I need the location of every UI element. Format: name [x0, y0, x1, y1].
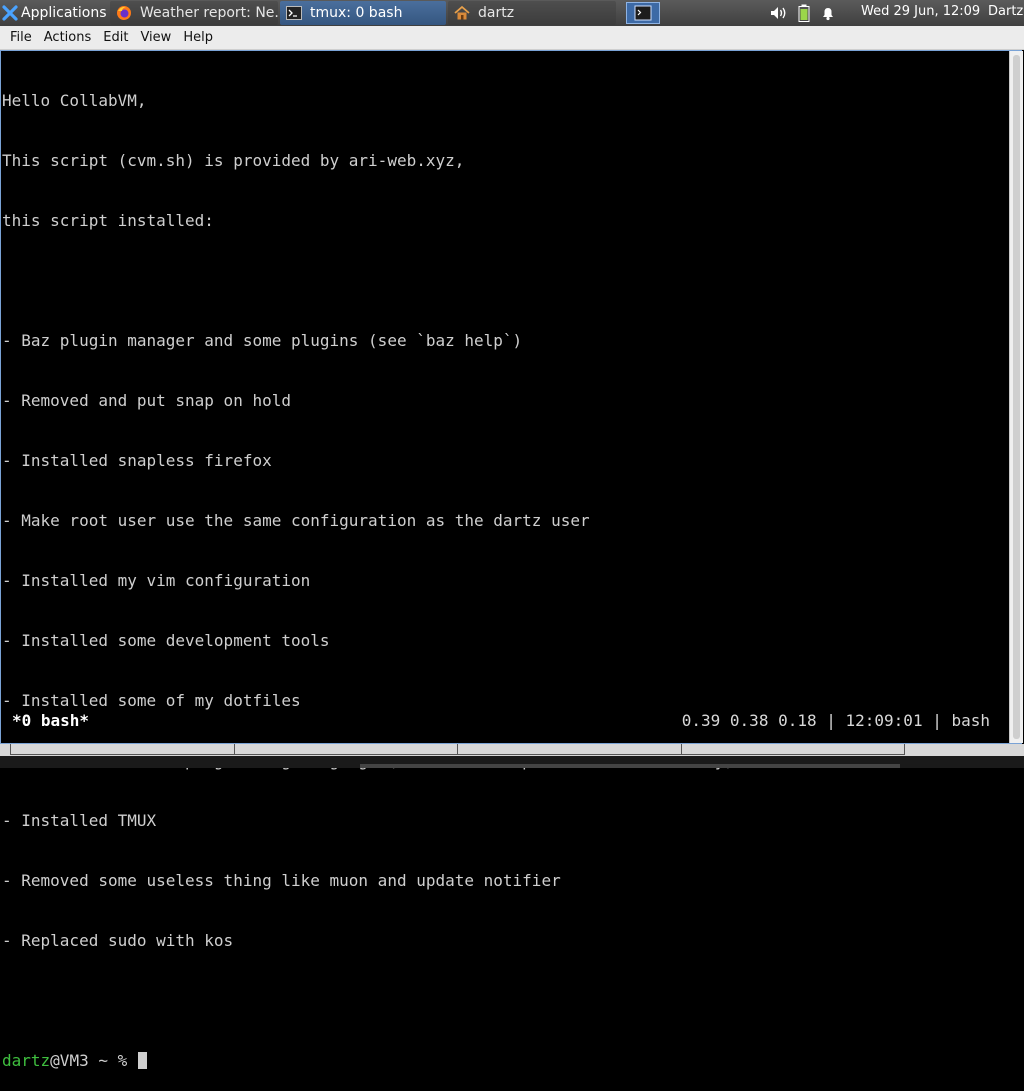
top-panel: Applications ☰ Weather report: Ne... tmu…	[0, 0, 1024, 26]
workspace-window-icon	[634, 5, 652, 21]
terminal-scrollbar[interactable]	[1009, 51, 1023, 743]
bottom-window-slots	[10, 744, 905, 755]
panel-user-menu[interactable]: Dartz	[988, 4, 1023, 19]
task-tmux-bash[interactable]: tmux: 0 bash	[280, 1, 446, 25]
system-tray	[770, 0, 836, 26]
battery-icon[interactable]	[798, 4, 810, 22]
task-label: tmux: 0 bash	[310, 5, 403, 21]
terminal-line: - Removed some useless thing like muon a…	[2, 871, 561, 890]
menu-file[interactable]: File	[0, 30, 38, 45]
firefox-icon	[117, 6, 131, 20]
terminal-line: - Replaced sudo with kos	[2, 931, 234, 950]
volume-icon[interactable]	[770, 5, 788, 21]
workspace-switcher[interactable]	[626, 2, 660, 24]
scrollbar-thumb[interactable]	[1013, 55, 1020, 739]
tmux-status-right: 0.39 0.38 0.18 | 12:09:01 | bash	[681, 711, 990, 730]
terminal-icon	[286, 6, 302, 20]
menu-edit[interactable]: Edit	[97, 30, 134, 45]
task-dartz-folder[interactable]: dartz	[448, 1, 616, 25]
terminal-line: this script installed:	[2, 211, 214, 230]
bottom-slot[interactable]	[235, 744, 458, 754]
terminal-line: - Installed TMUX	[2, 811, 157, 830]
panel-clock[interactable]: Wed 29 Jun, 12:09	[861, 4, 980, 19]
text-cursor	[137, 1052, 147, 1069]
menu-view[interactable]: View	[134, 30, 177, 45]
terminal-line: Hello CollabVM,	[2, 91, 147, 110]
task-firefox-weather[interactable]: Weather report: Ne...	[110, 1, 278, 25]
task-label: Weather report: Ne...	[140, 5, 278, 21]
terminal-menubar: File Actions Edit View Help	[0, 26, 1024, 50]
notification-bell-icon[interactable]	[820, 5, 836, 21]
tmux-window-list: *0 bash*	[12, 711, 90, 730]
task-label: dartz	[478, 5, 515, 21]
terminal-line: - Installed some of my dotfiles	[2, 691, 301, 710]
terminal-line: - Installed snapless firefox	[2, 451, 272, 470]
terminal-line: This script (cvm.sh) is provided by ari-…	[2, 151, 465, 170]
terminal-output[interactable]: Hello CollabVM, This script (cvm.sh) is …	[2, 51, 1002, 1070]
terminal-line: - Baz plugin manager and some plugins (s…	[2, 331, 523, 350]
tmux-status-bar: *0 bash* 0.39 0.38 0.18 | 12:09:01 | bas…	[2, 710, 1002, 732]
menu-help[interactable]: Help	[177, 30, 219, 45]
prompt-username: dartz	[2, 1051, 51, 1070]
terminal-line: - Make root user use the same configurat…	[2, 511, 590, 530]
terminal-line: - Installed some development tools	[2, 631, 330, 650]
menu-actions[interactable]: Actions	[38, 30, 98, 45]
terminal-line: - Installed my vim configuration	[2, 571, 311, 590]
xfce-logo-icon	[2, 5, 18, 21]
bottom-panel	[0, 744, 1024, 768]
applications-label: Applications	[21, 5, 107, 21]
bottom-dark-bar	[360, 764, 900, 768]
terminal-line: - Removed and put snap on hold	[2, 391, 291, 410]
bottom-slot[interactable]	[458, 744, 682, 754]
home-folder-icon	[454, 5, 470, 20]
applications-menu-button[interactable]: Applications ☰	[0, 0, 124, 26]
bottom-slot[interactable]	[11, 744, 235, 754]
prompt-host-path: @VM3 ~ %	[50, 1051, 137, 1070]
shell-prompt[interactable]: dartz@VM3 ~ %	[2, 1051, 1002, 1071]
bottom-slot[interactable]	[682, 744, 905, 754]
